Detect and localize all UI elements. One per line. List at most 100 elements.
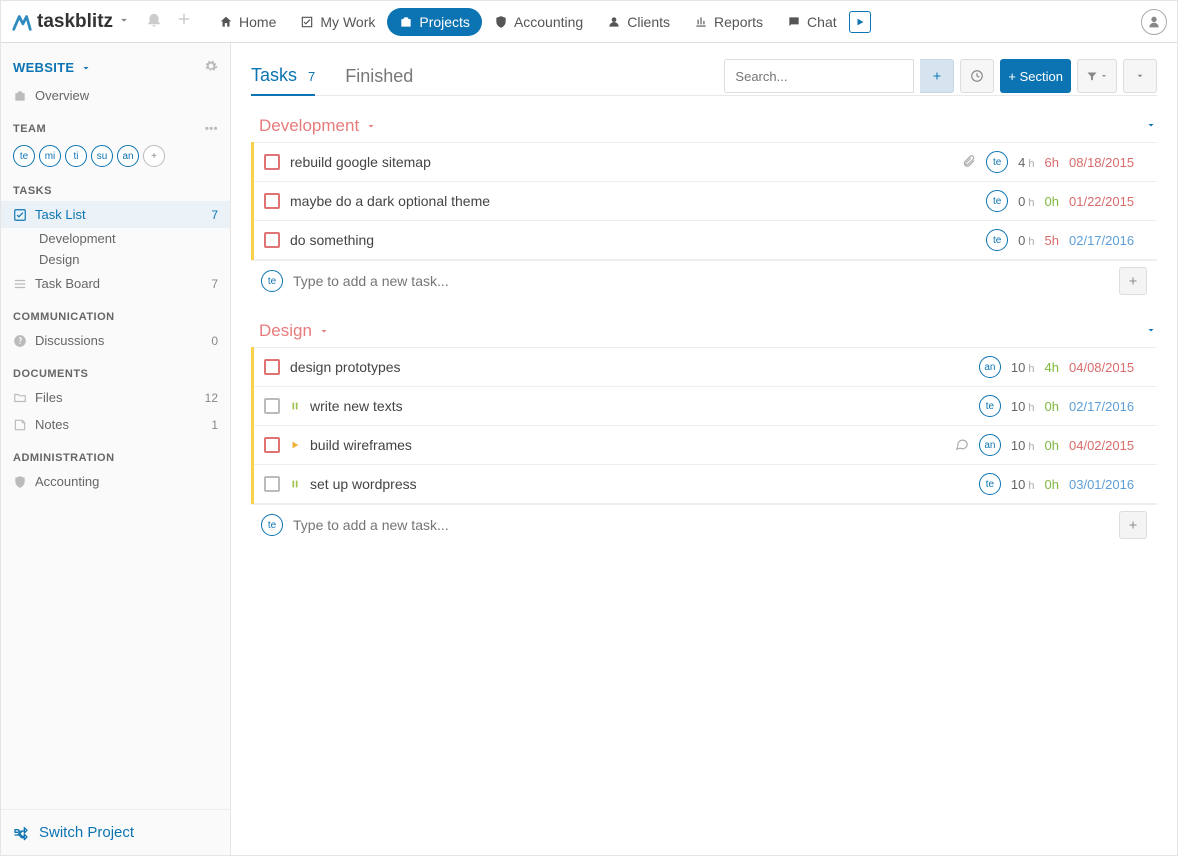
sidebar-discussions[interactable]: Discussions 0 — [1, 327, 230, 354]
plus-icon[interactable] — [175, 10, 193, 33]
nav-home[interactable]: Home — [207, 8, 288, 36]
add-task-button[interactable] — [1119, 511, 1147, 539]
sidebar-overview[interactable]: Overview — [1, 82, 230, 109]
task-row[interactable]: write new texts te 10 h 0h 02/17/2016 — [254, 386, 1157, 425]
tab-tasks[interactable]: Tasks 7 — [251, 57, 315, 96]
due-date: 04/08/2015 — [1069, 360, 1147, 375]
sidebar-notes[interactable]: Notes 1 — [1, 411, 230, 438]
task-name: set up wordpress — [310, 476, 417, 492]
shuffle-icon — [13, 825, 29, 841]
switch-project-button[interactable]: Switch Project — [1, 809, 230, 855]
assignee-chip[interactable]: te — [986, 190, 1008, 212]
section-collapse-button[interactable] — [1145, 119, 1157, 134]
timer-play-button[interactable] — [849, 11, 871, 33]
task-row[interactable]: build wireframes an 10 h 0h 04/02/2015 — [254, 425, 1157, 464]
filter-icon — [1086, 70, 1098, 82]
task-row[interactable]: design prototypes an 10 h 4h 04/08/2015 — [254, 347, 1157, 386]
nav-projects[interactable]: Projects — [387, 8, 482, 36]
sidebar-task-list[interactable]: Task List 7 — [1, 201, 230, 228]
actual-hours: 5h — [1045, 233, 1059, 248]
task-checkbox[interactable] — [264, 232, 280, 248]
assignee-chip[interactable]: te — [979, 473, 1001, 495]
sidebar-files[interactable]: Files 12 — [1, 384, 230, 411]
actual-hours: 4h — [1045, 360, 1059, 375]
admin-heading: ADMINISTRATION — [1, 438, 230, 468]
pause-icon — [290, 479, 300, 489]
estimated-hours: 10 h — [1011, 360, 1035, 375]
team-chip[interactable]: mi — [39, 145, 61, 167]
actual-hours: 0h — [1045, 399, 1059, 414]
logo-text: taskblitz — [37, 11, 113, 33]
more-dropdown-button[interactable] — [1123, 59, 1157, 93]
sidebar-sub-design[interactable]: Design — [1, 249, 230, 270]
assignee-chip[interactable]: te — [261, 270, 283, 292]
team-chip[interactable]: te — [13, 145, 35, 167]
add-task-button[interactable] — [1119, 267, 1147, 295]
section-title[interactable]: Development — [259, 116, 377, 136]
briefcase-icon — [13, 89, 27, 103]
due-date: 02/17/2016 — [1069, 233, 1147, 248]
nav-reports[interactable]: Reports — [682, 8, 775, 36]
assignee-chip[interactable]: an — [979, 434, 1001, 456]
main-panel: Tasks 7 Finished + Section — [231, 43, 1177, 855]
task-checkbox[interactable] — [264, 154, 280, 170]
clock-icon — [970, 69, 984, 83]
add-section-button[interactable]: + Section — [1000, 59, 1071, 93]
assignee-chip[interactable]: te — [986, 151, 1008, 173]
comm-heading: COMMUNICATION — [1, 297, 230, 327]
nav-mywork[interactable]: My Work — [288, 8, 387, 36]
assignee-chip[interactable]: an — [979, 356, 1001, 378]
task-checkbox[interactable] — [264, 398, 280, 414]
estimated-hours: 10 h — [1011, 399, 1035, 414]
profile-button[interactable] — [1141, 9, 1167, 35]
add-task-input[interactable] — [293, 517, 1109, 533]
task-name: write new texts — [310, 398, 403, 414]
comment-icon — [955, 437, 969, 454]
tab-finished[interactable]: Finished — [345, 58, 413, 95]
nav-clients[interactable]: Clients — [595, 8, 682, 36]
assignee-chip[interactable]: te — [261, 514, 283, 536]
team-chip[interactable]: an — [117, 145, 139, 167]
task-row[interactable]: do something te 0 h 5h 02/17/2016 — [254, 220, 1157, 260]
team-heading: TEAM ••• — [1, 109, 230, 139]
due-date: 03/01/2016 — [1069, 477, 1147, 492]
estimated-hours: 10 h — [1011, 477, 1035, 492]
project-selector[interactable]: WEBSITE — [1, 49, 230, 82]
question-icon — [13, 334, 27, 348]
assignee-chip[interactable]: te — [986, 229, 1008, 251]
add-task-input[interactable] — [293, 273, 1109, 289]
section: Development rebuild google sitemap te 4 … — [251, 114, 1157, 301]
section-collapse-button[interactable] — [1145, 324, 1157, 339]
task-row[interactable]: set up wordpress te 10 h 0h 03/01/2016 — [254, 464, 1157, 504]
search-plus-button[interactable] — [920, 59, 954, 93]
docs-heading: DOCUMENTS — [1, 354, 230, 384]
section: Design design prototypes an 10 h 4h 04/0… — [251, 319, 1157, 545]
team-chip[interactable]: su — [91, 145, 113, 167]
nav-chat[interactable]: Chat — [775, 8, 849, 36]
bell-icon[interactable] — [145, 10, 163, 33]
section-title[interactable]: Design — [259, 321, 330, 341]
search-input[interactable] — [724, 59, 914, 93]
history-button[interactable] — [960, 59, 994, 93]
logo[interactable]: taskblitz — [11, 11, 139, 33]
sidebar-accounting[interactable]: Accounting — [1, 468, 230, 495]
task-row[interactable]: maybe do a dark optional theme te 0 h 0h… — [254, 181, 1157, 220]
task-name: build wireframes — [310, 437, 412, 453]
gear-icon[interactable] — [204, 59, 218, 76]
task-row[interactable]: rebuild google sitemap te 4 h 6h 08/18/2… — [254, 142, 1157, 181]
task-checkbox[interactable] — [264, 193, 280, 209]
sidebar-task-board[interactable]: Task Board 7 — [1, 270, 230, 297]
dots-icon[interactable]: ••• — [205, 123, 218, 135]
actual-hours: 0h — [1045, 438, 1059, 453]
add-team-button[interactable]: + — [143, 145, 165, 167]
team-chip[interactable]: ti — [65, 145, 87, 167]
assignee-chip[interactable]: te — [979, 395, 1001, 417]
add-task-row: te — [251, 260, 1157, 301]
sidebar-sub-development[interactable]: Development — [1, 228, 230, 249]
task-checkbox[interactable] — [264, 359, 280, 375]
task-checkbox[interactable] — [264, 476, 280, 492]
filter-button[interactable] — [1077, 59, 1117, 93]
task-checkbox[interactable] — [264, 437, 280, 453]
chart-icon — [694, 15, 708, 29]
nav-accounting[interactable]: Accounting — [482, 8, 595, 36]
